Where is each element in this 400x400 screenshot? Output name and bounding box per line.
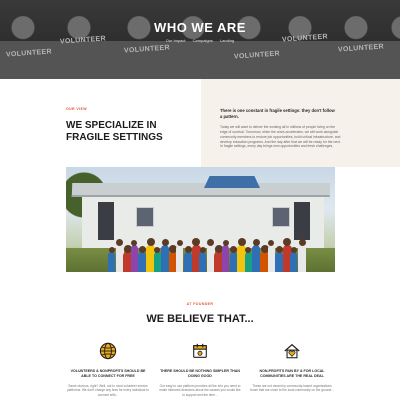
belief-title: NON-PROFITS RUN BY & FOR LOCAL COMMUNITI…	[259, 369, 325, 378]
belief-card: NON-PROFITS RUN BY & FOR LOCAL COMMUNITI…	[250, 342, 334, 393]
intro-heading: WE SPECIALIZE IN FRAGILE SETTINGS	[66, 120, 163, 143]
belief-text: Our easy to use platform provides all th…	[159, 383, 241, 397]
crowd-person	[108, 247, 115, 272]
breadcrumb-item: Landing	[220, 38, 235, 43]
believe-eyebrow: AT FOUNDER	[186, 302, 214, 306]
crowd-person	[184, 246, 192, 272]
intro-body: Today we will want to deliver the workin…	[220, 125, 341, 149]
intro-eyebrow: OUR VIEW	[66, 107, 87, 111]
believe-heading: WE BELIEVE THAT...	[146, 313, 254, 325]
crowd-person	[244, 247, 252, 272]
intro-left: OUR VIEW WE SPECIALIZE IN FRAGILE SETTIN…	[66, 107, 186, 143]
belief-text: Same obvious, right? Well, not to most v…	[67, 383, 149, 397]
crowd-person	[130, 240, 138, 272]
crowd-person	[298, 239, 306, 272]
intro-lead: There is one constant in fragile setting…	[220, 108, 335, 119]
intro-panel: There is one constant in fragile setting…	[201, 79, 400, 167]
belief-text: These are not meant by community-based o…	[250, 383, 334, 393]
crowd-person	[290, 247, 298, 272]
calendar-icon	[158, 342, 242, 360]
belief-title: VOLUNTEERS & NONPROFITS SHOULD BE ABLE T…	[70, 369, 146, 378]
home-heart-icon	[250, 342, 334, 360]
belief-title: THERE SHOULD BE NOTHING SIMPLER THAN DOI…	[160, 369, 240, 378]
hero-banner: VOLUNTEER VOLUNTEER VOLUNTEER VOLUNTEER …	[0, 0, 400, 79]
belief-card: VOLUNTEERS & NONPROFITS SHOULD BE ABLE T…	[66, 342, 150, 397]
crowd-person	[176, 240, 184, 272]
community-photo	[66, 167, 335, 272]
crowd-person	[199, 247, 207, 272]
belief-card: THERE SHOULD BE NOTHING SIMPLER THAN DOI…	[158, 342, 242, 397]
page-title: WHO WE ARE	[154, 20, 246, 35]
crowd-person	[153, 247, 161, 272]
breadcrumb-item[interactable]: Campaigns	[193, 38, 213, 43]
crowd-person	[267, 240, 275, 272]
breadcrumb-item[interactable]: Our Impact	[166, 38, 186, 43]
globe-icon	[66, 342, 150, 360]
crowd-person	[161, 239, 170, 272]
crowd	[108, 214, 308, 272]
crowd-person	[222, 240, 229, 272]
crowd-person	[275, 246, 284, 272]
breadcrumb: Our Impact Campaigns Landing	[0, 38, 400, 43]
